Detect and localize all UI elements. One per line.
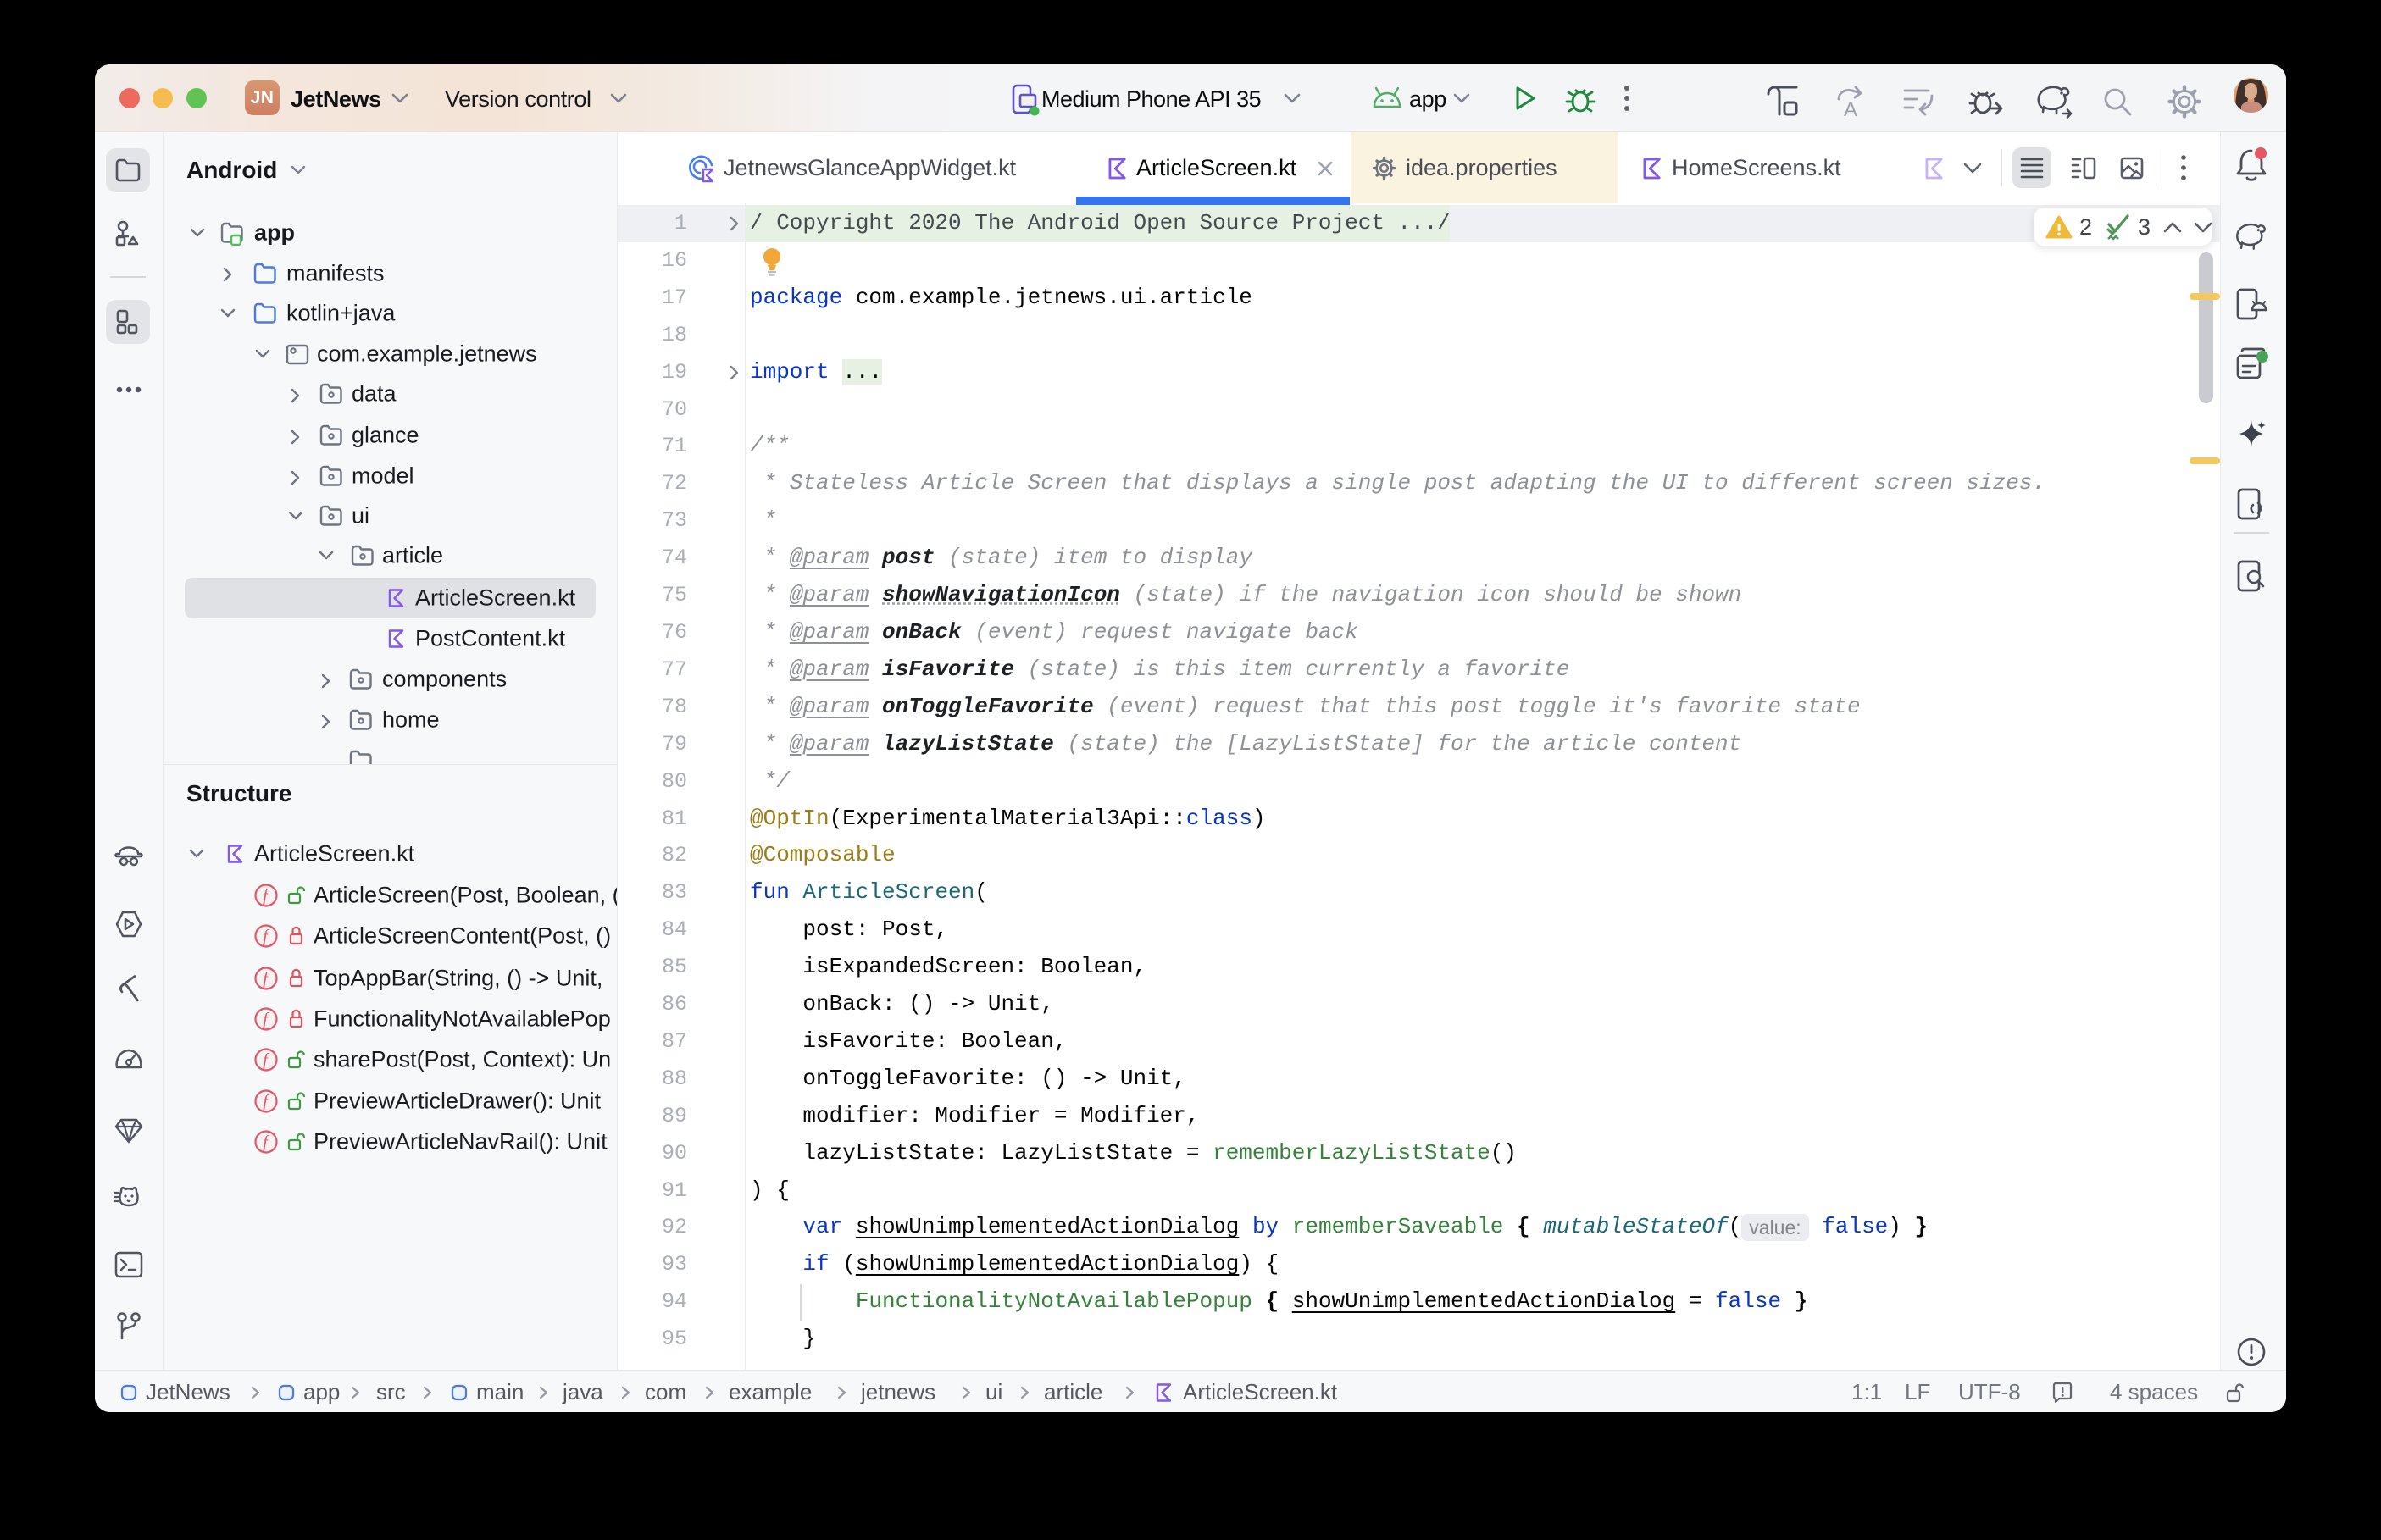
svg-text:A: A <box>1844 98 1857 119</box>
